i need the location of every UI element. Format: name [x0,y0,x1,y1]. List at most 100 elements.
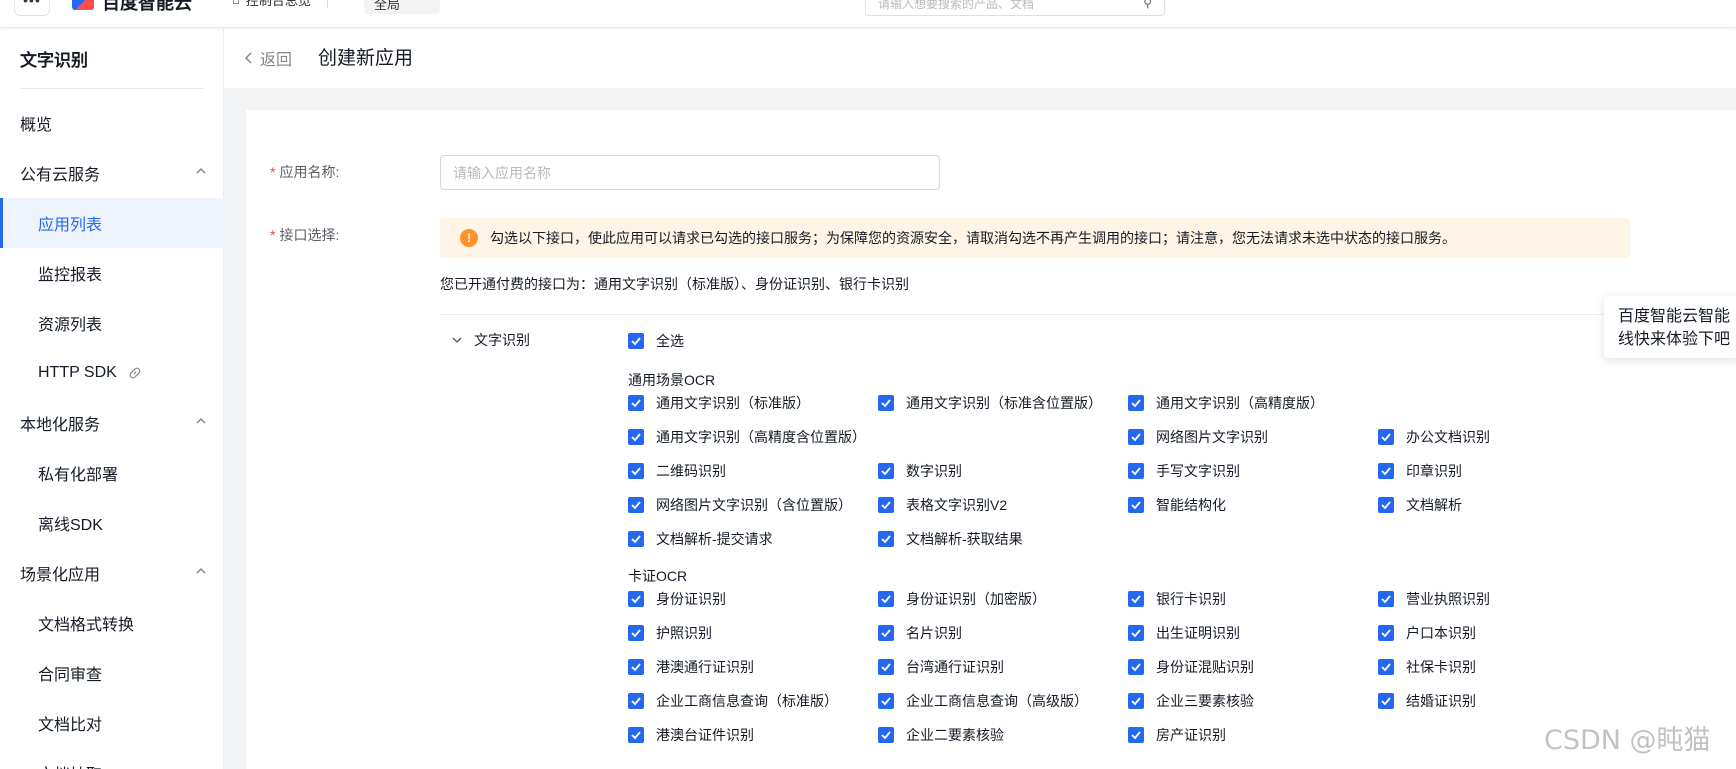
api-checkbox[interactable]: 港澳台证件识别 [628,725,754,745]
checkbox-label: 通用文字识别（高精度含位置版） [656,429,866,445]
checkbox-checked-icon [1128,693,1144,709]
checkbox-label: 通用文字识别（标准版） [656,395,810,411]
api-checkbox[interactable]: 二维码识别 [628,461,726,481]
checkbox-label: 智能结构化 [1156,497,1226,513]
api-checkbox[interactable]: 社保卡识别 [1378,657,1476,677]
sidebar-item-label: 本地化服务 [20,417,101,434]
checkbox-checked-icon [628,727,644,743]
sidebar-item-http-sdk[interactable]: HTTP SDK [0,348,224,398]
api-checkbox[interactable]: 企业三要素核验 [1128,691,1254,711]
chevron-down-icon [452,337,462,344]
app-name-label: * 应用名称: [270,162,339,182]
api-checkbox[interactable]: 印章识别 [1378,461,1462,481]
sidebar-group-scenario-apps[interactable]: 场景化应用 [0,548,224,598]
api-checkbox[interactable]: 办公文档识别 [1378,427,1490,447]
notice-banner: ! 勾选以下接口，使此应用可以请求已勾选的接口服务；为保障您的资源安全，请取消勾… [440,218,1630,258]
api-checkbox[interactable]: 出生证明识别 [1128,623,1240,643]
api-checkbox[interactable]: 房产证识别 [1128,725,1226,745]
api-checkbox[interactable]: 企业二要素核验 [878,725,1004,745]
checkbox-label: 港澳台证件识别 [656,727,754,743]
label-text: 接口选择: [279,227,340,243]
api-checkbox[interactable]: 银行卡识别 [1128,589,1226,609]
sidebar-item-private-deploy[interactable]: 私有化部署 [0,448,224,498]
checkbox-checked-icon [1378,429,1394,445]
sidebar-item-label: 私有化部署 [38,467,119,484]
sidebar-item-label: 公有云服务 [20,167,101,184]
page-title: 创建新应用 [318,48,414,69]
checkbox-checked-icon [628,497,644,513]
region-selector[interactable]: 全局 [364,0,440,14]
api-checkbox[interactable]: 文档解析 [1378,495,1462,515]
sidebar-item-monitor-report[interactable]: 监控报表 [0,248,224,298]
sidebar-item-doc-extract[interactable]: 文档抽取 [0,748,224,769]
checkbox-label: 数字识别 [906,463,962,479]
sidebar-item-doc-convert[interactable]: 文档格式转换 [0,598,224,648]
api-checkbox[interactable]: 通用文字识别（标准含位置版） [878,393,1102,413]
sidebar-item-offline-sdk[interactable]: 离线SDK [0,498,224,548]
checkbox-checked-icon [1378,625,1394,641]
api-checkbox[interactable]: 通用文字识别（高精度版） [1128,393,1324,413]
checkbox-label: 港澳通行证识别 [656,659,754,675]
api-checkbox[interactable]: 护照识别 [628,623,712,643]
api-checkbox[interactable]: 港澳通行证识别 [628,657,754,677]
api-checkbox[interactable]: 结婚证识别 [1378,691,1476,711]
home-icon: ⌂ [232,0,240,7]
brand-logo[interactable]: 百度智能云 [72,0,192,13]
category-toggle-ocr[interactable]: 文字识别 [450,330,530,350]
product-menu-button[interactable]: ••• [14,0,50,16]
api-checkbox[interactable]: 身份证识别（加密版） [878,589,1046,609]
chevron-left-icon [244,52,252,64]
checkbox-checked-icon [878,463,894,479]
checkbox-checked-icon [1128,429,1144,445]
checkbox-label: 手写文字识别 [1156,463,1240,479]
api-checkbox[interactable]: 通用文字识别（标准版） [628,393,810,413]
sidebar-item-contract-review[interactable]: 合同审查 [0,648,224,698]
api-checkbox[interactable]: 营业执照识别 [1378,589,1490,609]
checkbox-label: 印章识别 [1406,463,1462,479]
checkbox-label: 身份证识别（加密版） [906,591,1046,607]
sidebar-item-doc-compare[interactable]: 文档比对 [0,698,224,748]
sidebar-group-public-cloud[interactable]: 公有云服务 [0,148,224,198]
api-checkbox[interactable]: 网络图片文字识别（含位置版） [628,495,852,515]
api-checkbox[interactable]: 数字识别 [878,461,962,481]
sidebar-group-local-service[interactable]: 本地化服务 [0,398,224,448]
checkbox-checked-icon [1378,463,1394,479]
api-checkbox[interactable]: 网络图片文字识别 [1128,427,1268,447]
api-checkbox[interactable]: 台湾通行证识别 [878,657,1004,677]
api-checkbox[interactable]: 企业工商信息查询（标准版） [628,691,838,711]
checkbox-checked-icon [1128,625,1144,641]
checkbox-checked-icon [1128,727,1144,743]
sidebar-item-label: 场景化应用 [20,567,101,584]
checkbox-checked-icon [878,497,894,513]
checkbox-label: 出生证明识别 [1156,625,1240,641]
sidebar-item-label: HTTP SDK [38,364,117,381]
checkbox-checked-icon [1378,693,1394,709]
tooltip-line: 线快来体验下吧 [1618,331,1731,348]
checkbox-checked-icon [878,531,894,547]
sidebar-item-resource-list[interactable]: 资源列表 [0,298,224,348]
global-search-input[interactable]: 请输入想要搜索的产品、文档 ⚲ [865,0,1165,16]
api-checkbox[interactable]: 手写文字识别 [1128,461,1240,481]
api-checkbox[interactable]: 智能结构化 [1128,495,1226,515]
sidebar-item-label: 文档抽取 [38,761,102,769]
select-all-checkbox[interactable]: 全选 [628,331,684,351]
api-checkbox[interactable]: 文档解析-提交请求 [628,529,773,549]
checkbox-label: 护照识别 [656,625,712,641]
checkbox-label: 银行卡识别 [1156,591,1226,607]
api-checkbox[interactable]: 身份证混贴识别 [1128,657,1254,677]
checkbox-label: 通用文字识别（标准含位置版） [906,395,1102,411]
api-checkbox[interactable]: 企业工商信息查询（高级版） [878,691,1088,711]
app-name-input[interactable] [440,155,940,190]
api-checkbox[interactable]: 文档解析-获取结果 [878,529,1023,549]
api-checkbox[interactable]: 通用文字识别（高精度含位置版） [628,427,866,447]
search-icon[interactable]: ⚲ [1143,0,1152,10]
api-checkbox[interactable]: 名片识别 [878,623,962,643]
api-checkbox[interactable]: 户口本识别 [1378,623,1476,643]
console-link[interactable]: ⌂ 控制台总览 [232,0,328,9]
api-checkbox[interactable]: 身份证识别 [628,589,726,609]
divider [326,0,328,8]
sidebar-item-app-list[interactable]: 应用列表 [0,198,224,248]
back-button[interactable]: 返回 [242,46,292,70]
api-checkbox[interactable]: 表格文字识别V2 [878,495,1007,515]
sidebar-item-overview[interactable]: 概览 [0,98,224,148]
